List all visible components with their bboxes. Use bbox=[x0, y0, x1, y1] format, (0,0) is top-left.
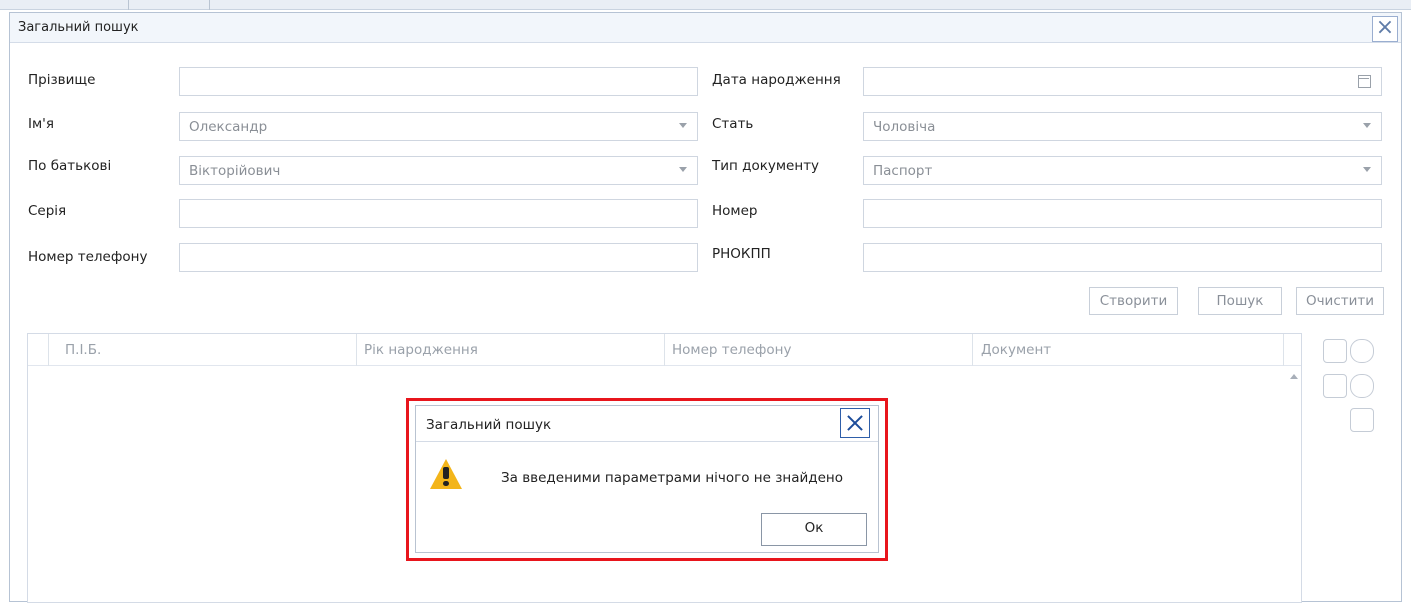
chevron-down-icon bbox=[1363, 167, 1371, 172]
surname-field[interactable] bbox=[179, 67, 698, 96]
first-name-value: Олександр bbox=[189, 119, 268, 135]
document-type-value: Паспорт bbox=[873, 163, 933, 179]
document-type-select[interactable]: Паспорт bbox=[863, 156, 1382, 185]
toolbar-separator bbox=[128, 0, 129, 10]
surname-label: Прізвище bbox=[28, 72, 96, 88]
dialog-title: Загальний пошук bbox=[426, 417, 552, 433]
settings-icon[interactable] bbox=[1350, 339, 1374, 363]
warning-icon bbox=[430, 459, 462, 489]
close-icon[interactable] bbox=[840, 408, 870, 438]
column-header-document[interactable]: Документ bbox=[981, 342, 1051, 358]
close-icon[interactable]: × bbox=[1372, 16, 1398, 42]
grid-header: П.І.Б. Рік народження Номер телефону Док… bbox=[28, 334, 1301, 366]
patronymic-value: Вікторійович bbox=[189, 163, 281, 179]
series-label: Серія bbox=[28, 203, 67, 219]
patronymic-select[interactable]: Вікторійович bbox=[179, 156, 698, 185]
window-title: Загальний пошук bbox=[18, 20, 139, 35]
chevron-down-icon bbox=[679, 167, 687, 172]
document-type-label: Тип документу bbox=[712, 158, 820, 174]
number-label: Номер bbox=[712, 203, 758, 219]
search-button[interactable]: Пошук bbox=[1198, 287, 1282, 315]
tax-id-field[interactable] bbox=[863, 243, 1382, 272]
settings-icon[interactable] bbox=[1350, 374, 1374, 398]
birth-date-label: Дата народження bbox=[712, 72, 841, 88]
scroll-up-icon[interactable] bbox=[1290, 374, 1298, 379]
clear-button[interactable]: Очистити bbox=[1296, 287, 1384, 315]
column-header-birth-year[interactable]: Рік народження bbox=[364, 342, 478, 358]
series-field[interactable] bbox=[179, 199, 698, 228]
chevron-down-icon bbox=[1363, 123, 1371, 128]
tax-id-label: РНОКПП bbox=[712, 246, 771, 262]
number-field[interactable] bbox=[863, 199, 1382, 228]
ok-button[interactable]: Ок bbox=[761, 513, 867, 546]
gender-label: Стать bbox=[712, 116, 754, 132]
message-dialog: Загальний пошук За введеними параметрами… bbox=[415, 405, 879, 553]
chevron-down-icon bbox=[679, 123, 687, 128]
phone-field[interactable] bbox=[179, 243, 698, 272]
column-header-phone[interactable]: Номер телефону bbox=[672, 342, 791, 358]
edit-icon[interactable] bbox=[1323, 374, 1347, 398]
phone-label: Номер телефону bbox=[28, 249, 148, 265]
gender-select[interactable]: Чоловіча bbox=[863, 112, 1382, 141]
window-titlebar: Загальний пошук × bbox=[10, 13, 1401, 43]
toolbar-separator bbox=[209, 0, 210, 10]
first-name-select[interactable]: Олександр bbox=[179, 112, 698, 141]
patronymic-label: По батькові bbox=[28, 158, 112, 174]
birth-date-field[interactable] bbox=[863, 67, 1382, 96]
first-name-label: Ім'я bbox=[28, 116, 54, 132]
column-header-name[interactable]: П.І.Б. bbox=[65, 342, 101, 358]
background-toolbar-strip bbox=[0, 0, 1411, 10]
excel-icon[interactable] bbox=[1350, 408, 1374, 432]
dialog-message: За введеними параметрами нічого не знайд… bbox=[501, 470, 843, 486]
gender-value: Чоловіча bbox=[873, 119, 936, 135]
create-button[interactable]: Створити bbox=[1089, 287, 1178, 315]
export-doc-icon[interactable] bbox=[1323, 339, 1347, 363]
calendar-icon[interactable] bbox=[1358, 75, 1371, 88]
